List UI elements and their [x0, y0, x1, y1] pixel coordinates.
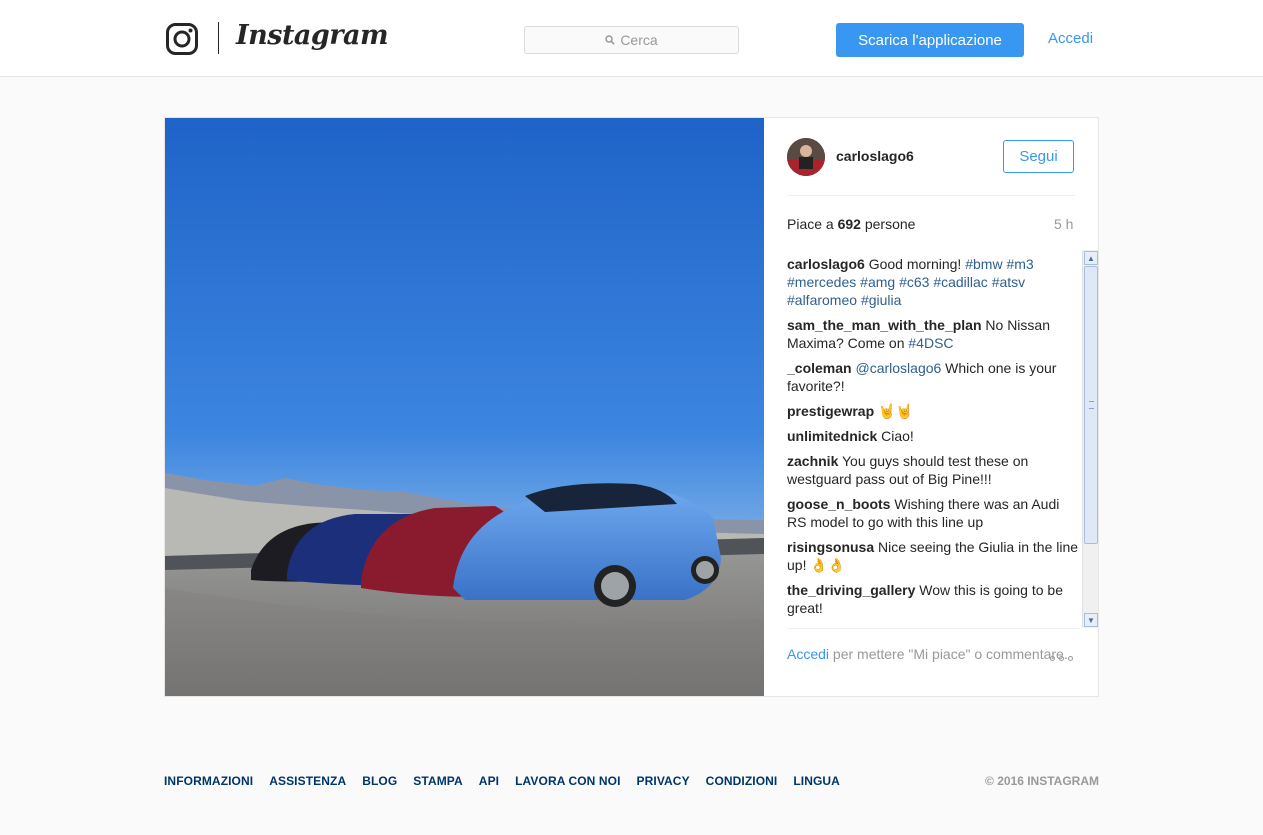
footer-link-api[interactable]: API — [479, 774, 499, 788]
avatar[interactable] — [787, 138, 825, 176]
comment-hashtag-link[interactable]: #alfaromeo — [787, 292, 857, 308]
footer-link-blog[interactable]: BLOG — [362, 774, 397, 788]
footer-links: INFORMAZIONI ASSISTENZA BLOG STAMPA API LAVOR… — [164, 774, 840, 788]
comment-username[interactable]: the_driving_gallery — [787, 582, 915, 598]
copyright: © 2016 INSTAGRAM — [985, 774, 1099, 788]
comment-hashtag-link[interactable]: #amg — [860, 274, 895, 290]
page-footer: INFORMAZIONI ASSISTENZA BLOG STAMPA API LAVOR… — [164, 774, 1099, 788]
footer-link-condizioni[interactable]: CONDIZIONI — [706, 774, 778, 788]
comment-username[interactable]: risingsonusa — [787, 539, 874, 555]
comment: zachnik You guys should test these on we… — [787, 452, 1079, 488]
comment-username[interactable]: carloslago6 — [787, 256, 865, 272]
post-author-header: carloslago6 Segui — [787, 138, 1075, 196]
scroll-down-icon[interactable]: ▼ — [1084, 613, 1098, 627]
comment-prompt-text: per mettere "Mi piace" o commentare. — [829, 646, 1068, 662]
post-sidebar: carloslago6 Segui Piace a 692 persone 5 … — [764, 118, 1098, 696]
comments-scrollbar[interactable]: ▲ ▼ — [1082, 250, 1098, 628]
comment-login-prompt: Accedi per mettere "Mi piace" o commenta… — [787, 628, 1079, 663]
comment-username[interactable]: zachnik — [787, 453, 838, 469]
likes-prefix: Piace a — [787, 216, 838, 232]
comment: the_driving_gallery Wow this is going to… — [787, 581, 1079, 617]
likes-count[interactable]: Piace a 692 persone — [787, 216, 915, 232]
more-dot — [1050, 655, 1055, 661]
comment-hashtag-link[interactable]: #giulia — [861, 292, 901, 308]
footer-link-lingua[interactable]: LINGUA — [793, 774, 840, 788]
footer-link-informazioni[interactable]: INFORMAZIONI — [164, 774, 253, 788]
comment-username[interactable]: goose_n_boots — [787, 496, 890, 512]
comment-hashtag-link[interactable]: #atsv — [992, 274, 1025, 290]
comment-username[interactable]: sam_the_man_with_the_plan — [787, 317, 982, 333]
footer-link-stampa[interactable]: STAMPA — [413, 774, 463, 788]
post-timestamp: 5 h — [1054, 216, 1074, 232]
logo-divider — [218, 22, 219, 54]
footer-link-lavora-con-noi[interactable]: LAVORA CON NOI — [515, 774, 620, 788]
instagram-wordmark[interactable]: Instagram — [236, 20, 389, 51]
download-app-button[interactable]: Scarica l'applicazione — [836, 23, 1024, 57]
top-navigation-bar: Instagram Cerca Scarica l'applicazione A… — [0, 0, 1263, 77]
comment-hashtag-link[interactable]: @carloslago6 — [855, 360, 941, 376]
author-username[interactable]: carloslago6 — [836, 148, 914, 164]
follow-button[interactable]: Segui — [1003, 140, 1074, 173]
comment-hashtag-link[interactable]: #4DSC — [908, 335, 953, 351]
instagram-camera-icon[interactable] — [166, 23, 198, 55]
scroll-up-icon[interactable]: ▲ — [1084, 251, 1098, 265]
search-input[interactable]: Cerca — [524, 26, 739, 54]
comments-list[interactable]: carloslago6 Good morning! #bmw #m3 #merc… — [787, 255, 1079, 629]
search-icon — [605, 32, 616, 48]
comment-hashtag-link[interactable]: #cadillac — [933, 274, 987, 290]
login-link[interactable]: Accedi — [1048, 30, 1093, 47]
more-dot — [1059, 655, 1064, 661]
search-placeholder: Cerca — [620, 32, 658, 48]
footer-link-privacy[interactable]: PRIVACY — [637, 774, 690, 788]
likes-number: 692 — [837, 216, 861, 232]
comment-hashtag-link[interactable]: #bmw — [965, 256, 1002, 272]
comment-username[interactable]: _coleman — [787, 360, 852, 376]
scrollbar-thumb[interactable] — [1084, 266, 1098, 544]
comment-text: 🤘🤘 — [874, 403, 913, 419]
post-card: carloslago6 Segui Piace a 692 persone 5 … — [164, 117, 1099, 697]
comment: risingsonusa Nice seeing the Giulia in t… — [787, 538, 1079, 574]
comment-login-link[interactable]: Accedi — [787, 646, 829, 662]
comment-hashtag-link[interactable]: #c63 — [899, 274, 929, 290]
more-options-icon[interactable] — [1050, 653, 1078, 663]
footer-link-assistenza[interactable]: ASSISTENZA — [269, 774, 346, 788]
comment: carloslago6 Good morning! #bmw #m3 #merc… — [787, 255, 1079, 309]
comment-username[interactable]: unlimitednick — [787, 428, 877, 444]
post-photo[interactable] — [165, 118, 764, 696]
comment: sam_the_man_with_the_plan No Nissan Maxi… — [787, 316, 1079, 352]
comment-text: Ciao! — [877, 428, 914, 444]
comment-hashtag-link[interactable]: #mercedes — [787, 274, 856, 290]
comment-hashtag-link[interactable]: #m3 — [1006, 256, 1033, 272]
likes-suffix: persone — [860, 216, 916, 232]
comment-username[interactable]: prestigewrap — [787, 403, 874, 419]
more-dot — [1068, 655, 1073, 661]
comment: goose_n_boots Wishing there was an Audi … — [787, 495, 1079, 531]
scrollbar-grip — [1089, 401, 1094, 409]
comment-text: Good morning! — [864, 256, 966, 272]
comment: _coleman @carloslago6 Which one is your … — [787, 359, 1079, 395]
comment: prestigewrap 🤘🤘 — [787, 402, 1079, 420]
comment: unlimitednick Ciao! — [787, 427, 1079, 445]
